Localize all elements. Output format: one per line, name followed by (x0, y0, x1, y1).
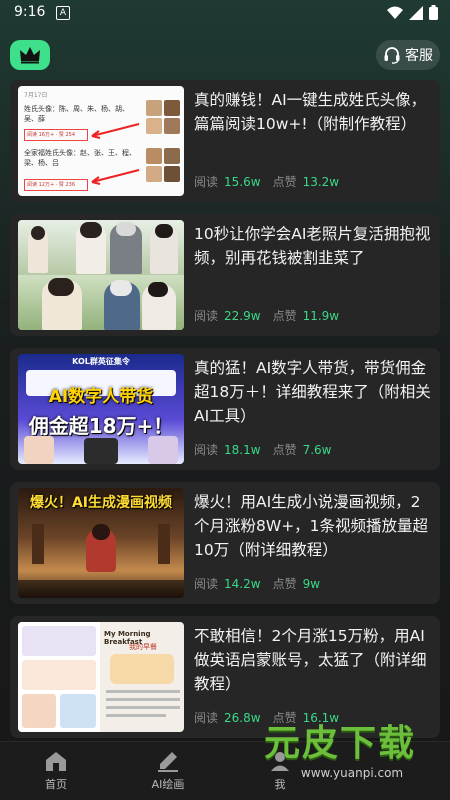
article-title: 真的赚钱！AI一键生成姓氏头像，篇篇阅读10w+!（附制作教程） (194, 91, 427, 133)
article-card[interactable]: My Morning Breakfast 我的早餐 不敢相信！2个月涨15万粉，… (10, 616, 440, 738)
article-thumbnail: 爆火！AI生成漫画视频 (18, 488, 184, 598)
like-count: 点赞 11.9w (272, 309, 340, 323)
status-bar: 9:16 A (0, 0, 450, 26)
thumb-text-1: 姓氏头像：陈、周、朱、杨、胡、吴、薛 (24, 105, 129, 123)
vip-button[interactable] (10, 40, 50, 70)
article-stats: 阅读 15.6w 点赞 13.2w (194, 173, 339, 190)
customer-service-label: 客服 (405, 48, 433, 64)
like-count: 点赞 13.2w (272, 175, 340, 189)
watermark-text: 元皮下载 (264, 723, 417, 764)
tab-ai-drawing[interactable]: AI绘画 (128, 750, 208, 792)
read-count: 阅读 18.1w (194, 443, 261, 457)
article-stats: 阅读 18.1w 点赞 7.6w (194, 441, 331, 458)
thumb-arrows (91, 123, 140, 185)
article-title: 真的猛！AI数字人带货，带货佣金超18万＋！详细教程来了（附相关AI工具） (194, 359, 431, 425)
article-thumbnail: KOL群英征集令 AI数字人带货 佣金超18万+！ (18, 354, 184, 464)
article-card[interactable]: KOL群英征集令 AI数字人带货 佣金超18万+！ 真的猛！AI数字人带货，带货… (10, 348, 440, 470)
read-count: 阅读 14.2w (194, 577, 261, 591)
notification-icon: A (56, 6, 70, 20)
headset-icon (384, 47, 400, 64)
thumb-headline-1: AI数字人带货 (48, 387, 154, 407)
read-count: 阅读 22.9w (194, 309, 261, 323)
crown-icon (20, 47, 40, 64)
article-thumbnail (18, 220, 184, 330)
article-feed: 7月17日 姓氏头像：陈、周、朱、杨、胡、吴、薛 阅读 16万+ · 赞 254… (10, 80, 440, 750)
watermark-url: www.yuanpi.com (300, 766, 404, 780)
thumb-banner: KOL群英征集令 (72, 357, 130, 366)
read-count: 阅读 15.6w (194, 175, 261, 189)
top-header: 客服 (0, 36, 450, 76)
article-stats: 阅读 22.9w 点赞 11.9w (194, 307, 339, 324)
thumb-date: 7月17日 (24, 92, 48, 99)
thumb-headline: 爆火！AI生成漫画视频 (29, 495, 173, 511)
read-count: 阅读 26.8w (194, 711, 261, 725)
article-title: 10秒让你学会AI老照片复活拥抱视频，别再花钱被割韭菜了 (194, 225, 431, 267)
article-thumbnail: 7月17日 姓氏头像：陈、周、朱、杨、胡、吴、薛 阅读 16万+ · 赞 254… (18, 86, 184, 196)
thumb-meta-1: 阅读 16万+ · 赞 254 (24, 129, 88, 141)
customer-service-button[interactable]: 客服 (376, 40, 440, 70)
article-stats: 阅读 14.2w 点赞 9w (194, 575, 320, 592)
article-title: 不敢相信！2个月涨15万粉，用AI做英语启蒙账号，太猛了（附详细教程） (194, 627, 427, 693)
pen-icon (158, 752, 178, 772)
thumb-book-sub: 我的早餐 (129, 643, 157, 651)
article-thumbnail: My Morning Breakfast 我的早餐 (18, 622, 184, 732)
tab-home-label: 首页 (45, 778, 67, 791)
status-time: 9:16 (14, 4, 46, 20)
status-icons (387, 5, 438, 20)
article-card[interactable]: 爆火！AI生成漫画视频 爆火！用AI生成小说漫画视频，2个月涨粉8W+，1条视频… (10, 482, 440, 604)
article-card[interactable]: 10秒让你学会AI老照片复活拥抱视频，别再花钱被割韭菜了 阅读 22.9w 点赞 1… (10, 214, 440, 336)
tab-home[interactable]: 首页 (16, 750, 96, 792)
like-count: 点赞 9w (272, 577, 321, 591)
home-icon (46, 752, 66, 771)
wifi-icon (387, 6, 403, 19)
like-count: 点赞 7.6w (272, 443, 332, 457)
signal-icon (409, 5, 423, 20)
article-card[interactable]: 7月17日 姓氏头像：陈、周、朱、杨、胡、吴、薛 阅读 16万+ · 赞 254… (10, 80, 440, 202)
thumb-headline-2: 佣金超18万+！ (28, 414, 174, 438)
thumb-meta-2: 阅读 12万+ · 赞 236 (24, 179, 88, 191)
battery-icon (429, 5, 438, 20)
tab-ai-drawing-label: AI绘画 (151, 778, 185, 791)
watermark: 元皮下载 www.yuanpi.com (264, 722, 440, 782)
article-title: 爆火！用AI生成小说漫画视频，2个月涨粉8W+，1条视频播放量超10万（附详细教… (194, 493, 429, 559)
